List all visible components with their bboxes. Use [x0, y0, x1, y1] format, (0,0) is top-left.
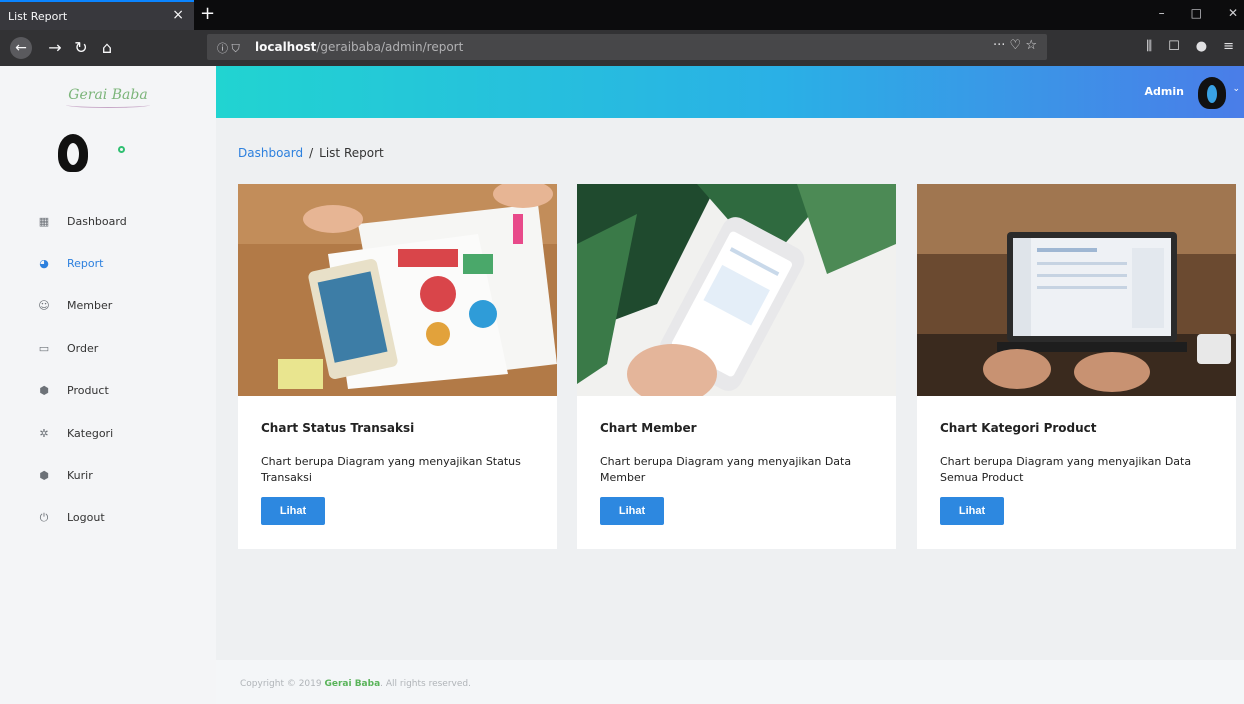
sidebar-item-kurir[interactable]: ⬢ Kurir	[0, 454, 216, 496]
sidebar-item-order[interactable]: ▭ Order	[0, 327, 216, 369]
report-card-status-transaksi: Chart Status Transaksi Chart berupa Diag…	[238, 184, 557, 549]
breadcrumb-dashboard-link[interactable]: Dashboard	[238, 146, 303, 160]
user-name[interactable]: Admin	[1145, 85, 1184, 98]
gear-icon: ✲	[39, 426, 49, 440]
breadcrumb-separator: /	[309, 146, 314, 160]
forward-icon[interactable]: →	[44, 37, 66, 59]
top-header: Admin ⌄	[216, 66, 1244, 118]
browser-tab[interactable]: List Report ×	[0, 0, 194, 30]
avatar[interactable]	[58, 134, 88, 172]
sidebar-item-report[interactable]: ◕ Report	[0, 242, 216, 284]
breadcrumb-current: List Report	[319, 146, 384, 160]
sidebar-item-logout[interactable]: ⏻ Logout	[0, 497, 216, 539]
lihat-button[interactable]: Lihat	[261, 497, 325, 525]
library-icon[interactable]: ⫼	[1146, 39, 1152, 54]
url-text[interactable]: localhost/geraibaba/admin/report	[255, 40, 463, 54]
hamburger-menu-icon[interactable]: ≡	[1223, 39, 1234, 54]
sidebar-item-label: Kategori	[67, 426, 114, 440]
browser-tab-bar: List Report × + – □ ✕	[0, 0, 1244, 30]
tab-close-icon[interactable]: ×	[172, 7, 184, 23]
browser-nav-bar: ← → ↻ ⌂ ⓘ ⛉ localhost/geraibaba/admin/re…	[0, 30, 1244, 66]
copyright-suffix: . All rights reserved.	[380, 679, 471, 689]
logo[interactable]: Gerai Baba	[62, 80, 154, 110]
footer-brand-link[interactable]: Gerai Baba	[324, 679, 380, 689]
card-title: Chart Status Transaksi	[261, 421, 415, 435]
card-description: Chart berupa Diagram yang menyajikan Sta…	[261, 455, 521, 484]
box-icon: ⬢	[39, 384, 49, 398]
url-path: /geraibaba/admin/report	[316, 40, 464, 54]
pie-chart-icon: ◕	[39, 257, 49, 271]
reload-icon[interactable]: ↻	[70, 37, 92, 59]
sidebar-item-label: Product	[67, 384, 109, 398]
close-window-icon[interactable]: ✕	[1228, 6, 1238, 20]
sidebar-menu: ▦ Dashboard ◕ Report ☺ Member ▭ Order ⬢ …	[0, 200, 216, 539]
sidebar-item-label: Dashboard	[67, 214, 127, 228]
card-image-laptop	[917, 184, 1236, 396]
maximize-icon[interactable]: □	[1191, 6, 1202, 20]
card-title: Chart Member	[600, 421, 697, 435]
dashboard-icon: ▦	[38, 214, 50, 228]
logo-swash	[66, 102, 150, 108]
sidebar-item-label: Report	[67, 257, 104, 271]
url-bar[interactable]: ⓘ ⛉ localhost/geraibaba/admin/report ···…	[207, 34, 1047, 60]
lihat-button[interactable]: Lihat	[940, 497, 1004, 525]
sidebar-item-member[interactable]: ☺ Member	[0, 285, 216, 327]
tab-title: List Report	[8, 10, 68, 23]
card-title: Chart Kategori Product	[940, 421, 1097, 435]
window-controls: – □ ✕	[1159, 6, 1238, 20]
card-image-phone	[577, 184, 896, 396]
sidebar-item-dashboard[interactable]: ▦ Dashboard	[0, 200, 216, 242]
sidebar-item-kategori[interactable]: ✲ Kategori	[0, 412, 216, 454]
sidebar-item-label: Kurir	[67, 469, 93, 483]
copyright-text: Copyright © 2019 Gerai Baba. All rights …	[240, 679, 471, 689]
sidebar: Gerai Baba ▦ Dashboard ◕ Report ☺ Member…	[0, 66, 216, 704]
minimize-icon[interactable]: –	[1159, 6, 1165, 20]
sidebar-item-label: Logout	[67, 511, 105, 525]
account-icon[interactable]: ●	[1196, 39, 1207, 54]
breadcrumb: Dashboard / List Report	[238, 146, 384, 160]
order-icon: ▭	[38, 341, 50, 355]
back-icon[interactable]: ←	[10, 37, 32, 59]
user-avatar[interactable]	[1198, 77, 1226, 109]
user-circle-icon: ☺	[38, 299, 50, 313]
chevron-down-icon[interactable]: ⌄	[1232, 84, 1240, 94]
report-card-kategori-product: Chart Kategori Product Chart berupa Diag…	[917, 184, 1236, 549]
sidebar-item-label: Order	[67, 341, 99, 355]
url-host: localhost	[255, 40, 317, 54]
footer: Copyright © 2019 Gerai Baba. All rights …	[216, 660, 1244, 704]
site-info-icon[interactable]: ⓘ ⛉	[217, 40, 240, 56]
home-icon[interactable]: ⌂	[96, 37, 118, 59]
online-status-icon	[118, 146, 125, 153]
url-actions-icon[interactable]: ··· ♡ ☆	[993, 38, 1037, 53]
card-description: Chart berupa Diagram yang menyajikan Dat…	[600, 455, 852, 484]
card-description: Chart berupa Diagram yang menyajikan Dat…	[940, 455, 1192, 484]
new-tab-icon[interactable]: +	[200, 3, 215, 24]
logo-text: Gerai Baba	[68, 87, 148, 103]
copyright-prefix: Copyright © 2019	[240, 679, 325, 689]
power-icon: ⏻	[39, 510, 49, 524]
lihat-button[interactable]: Lihat	[600, 497, 664, 525]
card-image-desk-reports	[238, 184, 557, 396]
sidebar-item-label: Member	[67, 299, 113, 313]
sidebar-toggle-icon[interactable]: ☐	[1168, 39, 1180, 54]
browser-toolbar: ⫼ ☐ ● ≡	[1146, 39, 1234, 54]
report-card-member: Chart Member Chart berupa Diagram yang m…	[577, 184, 896, 549]
box-icon: ⬢	[39, 469, 49, 483]
sidebar-item-product[interactable]: ⬢ Product	[0, 370, 216, 412]
